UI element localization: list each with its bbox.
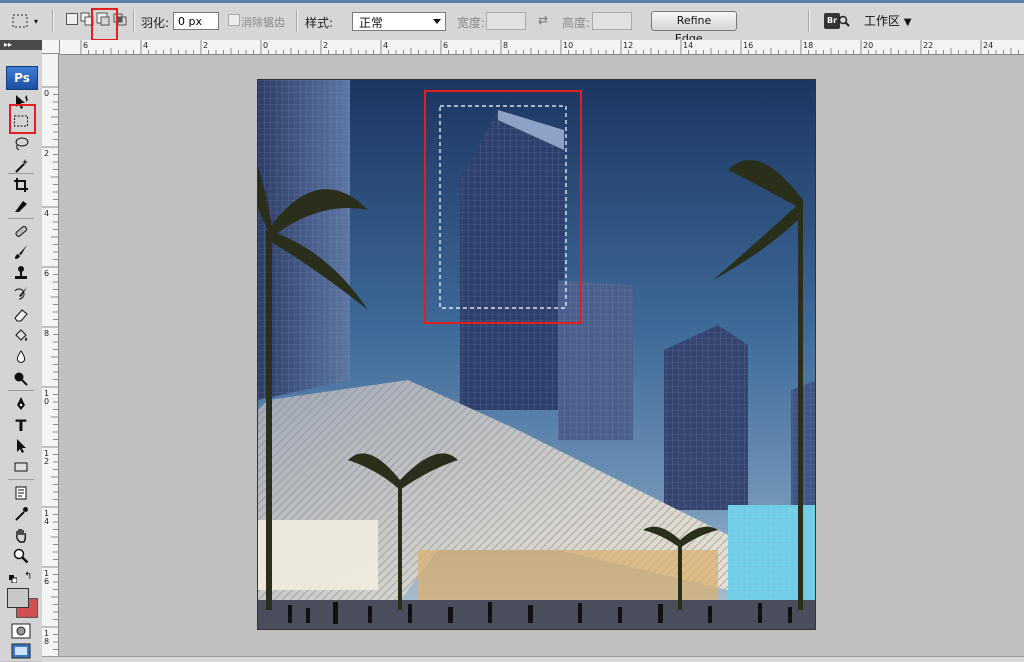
chevron-down-icon xyxy=(433,19,441,24)
ruler-origin[interactable] xyxy=(42,40,60,54)
ruler-label: 4 xyxy=(44,517,49,526)
title-strip xyxy=(0,0,1024,3)
brush-icon[interactable] xyxy=(11,243,31,261)
chevron-down-icon: ▾ xyxy=(34,16,39,26)
separator xyxy=(808,10,810,32)
ruler-label: 2 xyxy=(203,41,208,50)
magnifier-icon xyxy=(838,15,850,27)
feather-input[interactable] xyxy=(173,12,219,30)
ruler-label: 12 xyxy=(623,41,633,50)
blur-icon[interactable] xyxy=(11,348,31,366)
vertical-ruler-ticks: 024681012141618 xyxy=(42,86,58,650)
tool-preset-picker[interactable]: ▾ xyxy=(10,10,44,32)
rectangle-shape-icon[interactable] xyxy=(11,458,31,476)
type-icon[interactable]: T xyxy=(11,416,31,435)
ruler-label: 4 xyxy=(44,209,49,218)
ruler-label: 22 xyxy=(923,41,933,50)
height-label: 高度: xyxy=(562,16,591,30)
hand-icon[interactable] xyxy=(11,526,31,544)
swap-colors-icon[interactable]: ↰ xyxy=(24,571,32,582)
ruler-label: 6 xyxy=(83,41,88,50)
healing-brush-icon[interactable] xyxy=(11,222,31,240)
ruler-label: 0 xyxy=(263,41,268,50)
style-value: 正常 xyxy=(359,16,384,30)
swap-dimensions-icon[interactable]: ⇄ xyxy=(538,13,548,27)
ruler-label: 8 xyxy=(44,637,49,646)
ruler-label: 14 xyxy=(683,41,693,50)
ruler-label: 6 xyxy=(44,269,49,278)
style-select[interactable]: 正常 xyxy=(352,12,446,31)
ruler-label: 8 xyxy=(503,41,508,50)
ruler-label: 0 xyxy=(44,89,49,98)
foreground-color-swatch[interactable] xyxy=(7,588,29,608)
horizontal-ruler[interactable]: 6 4 2 0 2 4 6 8 10 12 14 16 18 20 22 24 xyxy=(60,40,1024,55)
ruler-label: 0 xyxy=(44,397,49,406)
workspace-menu[interactable]: 工作区 ▼ xyxy=(864,12,912,30)
ruler-label: 2 xyxy=(44,457,49,466)
ruler-label: 20 xyxy=(863,41,873,50)
ruler-label: 4 xyxy=(383,41,388,50)
history-brush-icon[interactable] xyxy=(11,285,31,303)
bridge-button[interactable]: Br xyxy=(822,11,850,31)
ruler-label: 18 xyxy=(803,41,813,50)
height-input[interactable] xyxy=(592,12,632,30)
photoshop-logo[interactable]: Ps xyxy=(6,66,38,90)
options-bar: ▾ 羽化: 消除锯齿 样式: 正常 宽度: ⇄ 高度: Refine Edge.… xyxy=(0,0,1024,45)
separator xyxy=(8,390,34,391)
workspace-label: 工作区 xyxy=(864,14,901,28)
screen-mode-icon[interactable] xyxy=(11,643,31,659)
path-selection-icon[interactable] xyxy=(11,437,31,455)
separator xyxy=(8,173,34,174)
separator xyxy=(8,218,34,219)
refine-edge-button[interactable]: Refine Edge... xyxy=(651,11,737,45)
width-input[interactable] xyxy=(486,12,526,30)
ruler-label: 2 xyxy=(323,41,328,50)
triangle-down-icon: ▼ xyxy=(903,17,912,28)
antialias-checkbox[interactable] xyxy=(228,14,240,26)
antialias-label: 消除锯齿 xyxy=(241,16,285,29)
toolbox-grip[interactable]: ▸▸ xyxy=(0,40,42,50)
width-label: 宽度: xyxy=(457,16,486,30)
eyedropper-icon[interactable] xyxy=(11,505,31,523)
ruler-label: 24 xyxy=(983,41,993,50)
notes-icon[interactable] xyxy=(11,484,31,502)
style-label: 样式: xyxy=(305,16,334,30)
eraser-icon[interactable] xyxy=(11,306,31,324)
horizontal-ruler-ticks: 6 4 2 0 2 4 6 8 10 12 14 16 18 20 22 24 xyxy=(80,40,1019,54)
rect-marquee-preset-icon xyxy=(12,14,28,28)
feather-label: 羽化: xyxy=(141,16,170,30)
separator xyxy=(52,10,54,32)
lasso-icon[interactable] xyxy=(11,135,31,153)
ruler-label: 8 xyxy=(44,329,49,338)
separator xyxy=(296,10,298,32)
quick-mask-icon[interactable] xyxy=(11,623,31,639)
new-selection-icon[interactable] xyxy=(66,13,78,25)
clone-stamp-icon[interactable] xyxy=(11,264,31,282)
ruler-label: 2 xyxy=(44,149,49,158)
separator xyxy=(133,10,135,32)
highlight-box-selection-mode xyxy=(91,8,118,41)
paint-bucket-icon[interactable] xyxy=(11,327,31,345)
pen-icon[interactable] xyxy=(11,395,31,413)
status-bar xyxy=(42,656,1024,662)
highlight-box-marquee-tool xyxy=(9,104,36,134)
ruler-label: 4 xyxy=(143,41,148,50)
highlight-box-selection-area xyxy=(424,90,582,324)
vertical-ruler[interactable]: 024681012141618 xyxy=(42,54,59,656)
default-colors-icon[interactable] xyxy=(9,573,18,584)
ruler-label: 6 xyxy=(443,41,448,50)
crop-icon[interactable] xyxy=(11,176,31,194)
zoom-icon[interactable] xyxy=(11,547,31,565)
ruler-label: 10 xyxy=(563,41,573,50)
dodge-icon[interactable] xyxy=(11,369,31,387)
ruler-label: 6 xyxy=(44,577,49,586)
slice-icon[interactable] xyxy=(11,197,31,215)
separator xyxy=(8,479,34,480)
ruler-label: 16 xyxy=(743,41,753,50)
